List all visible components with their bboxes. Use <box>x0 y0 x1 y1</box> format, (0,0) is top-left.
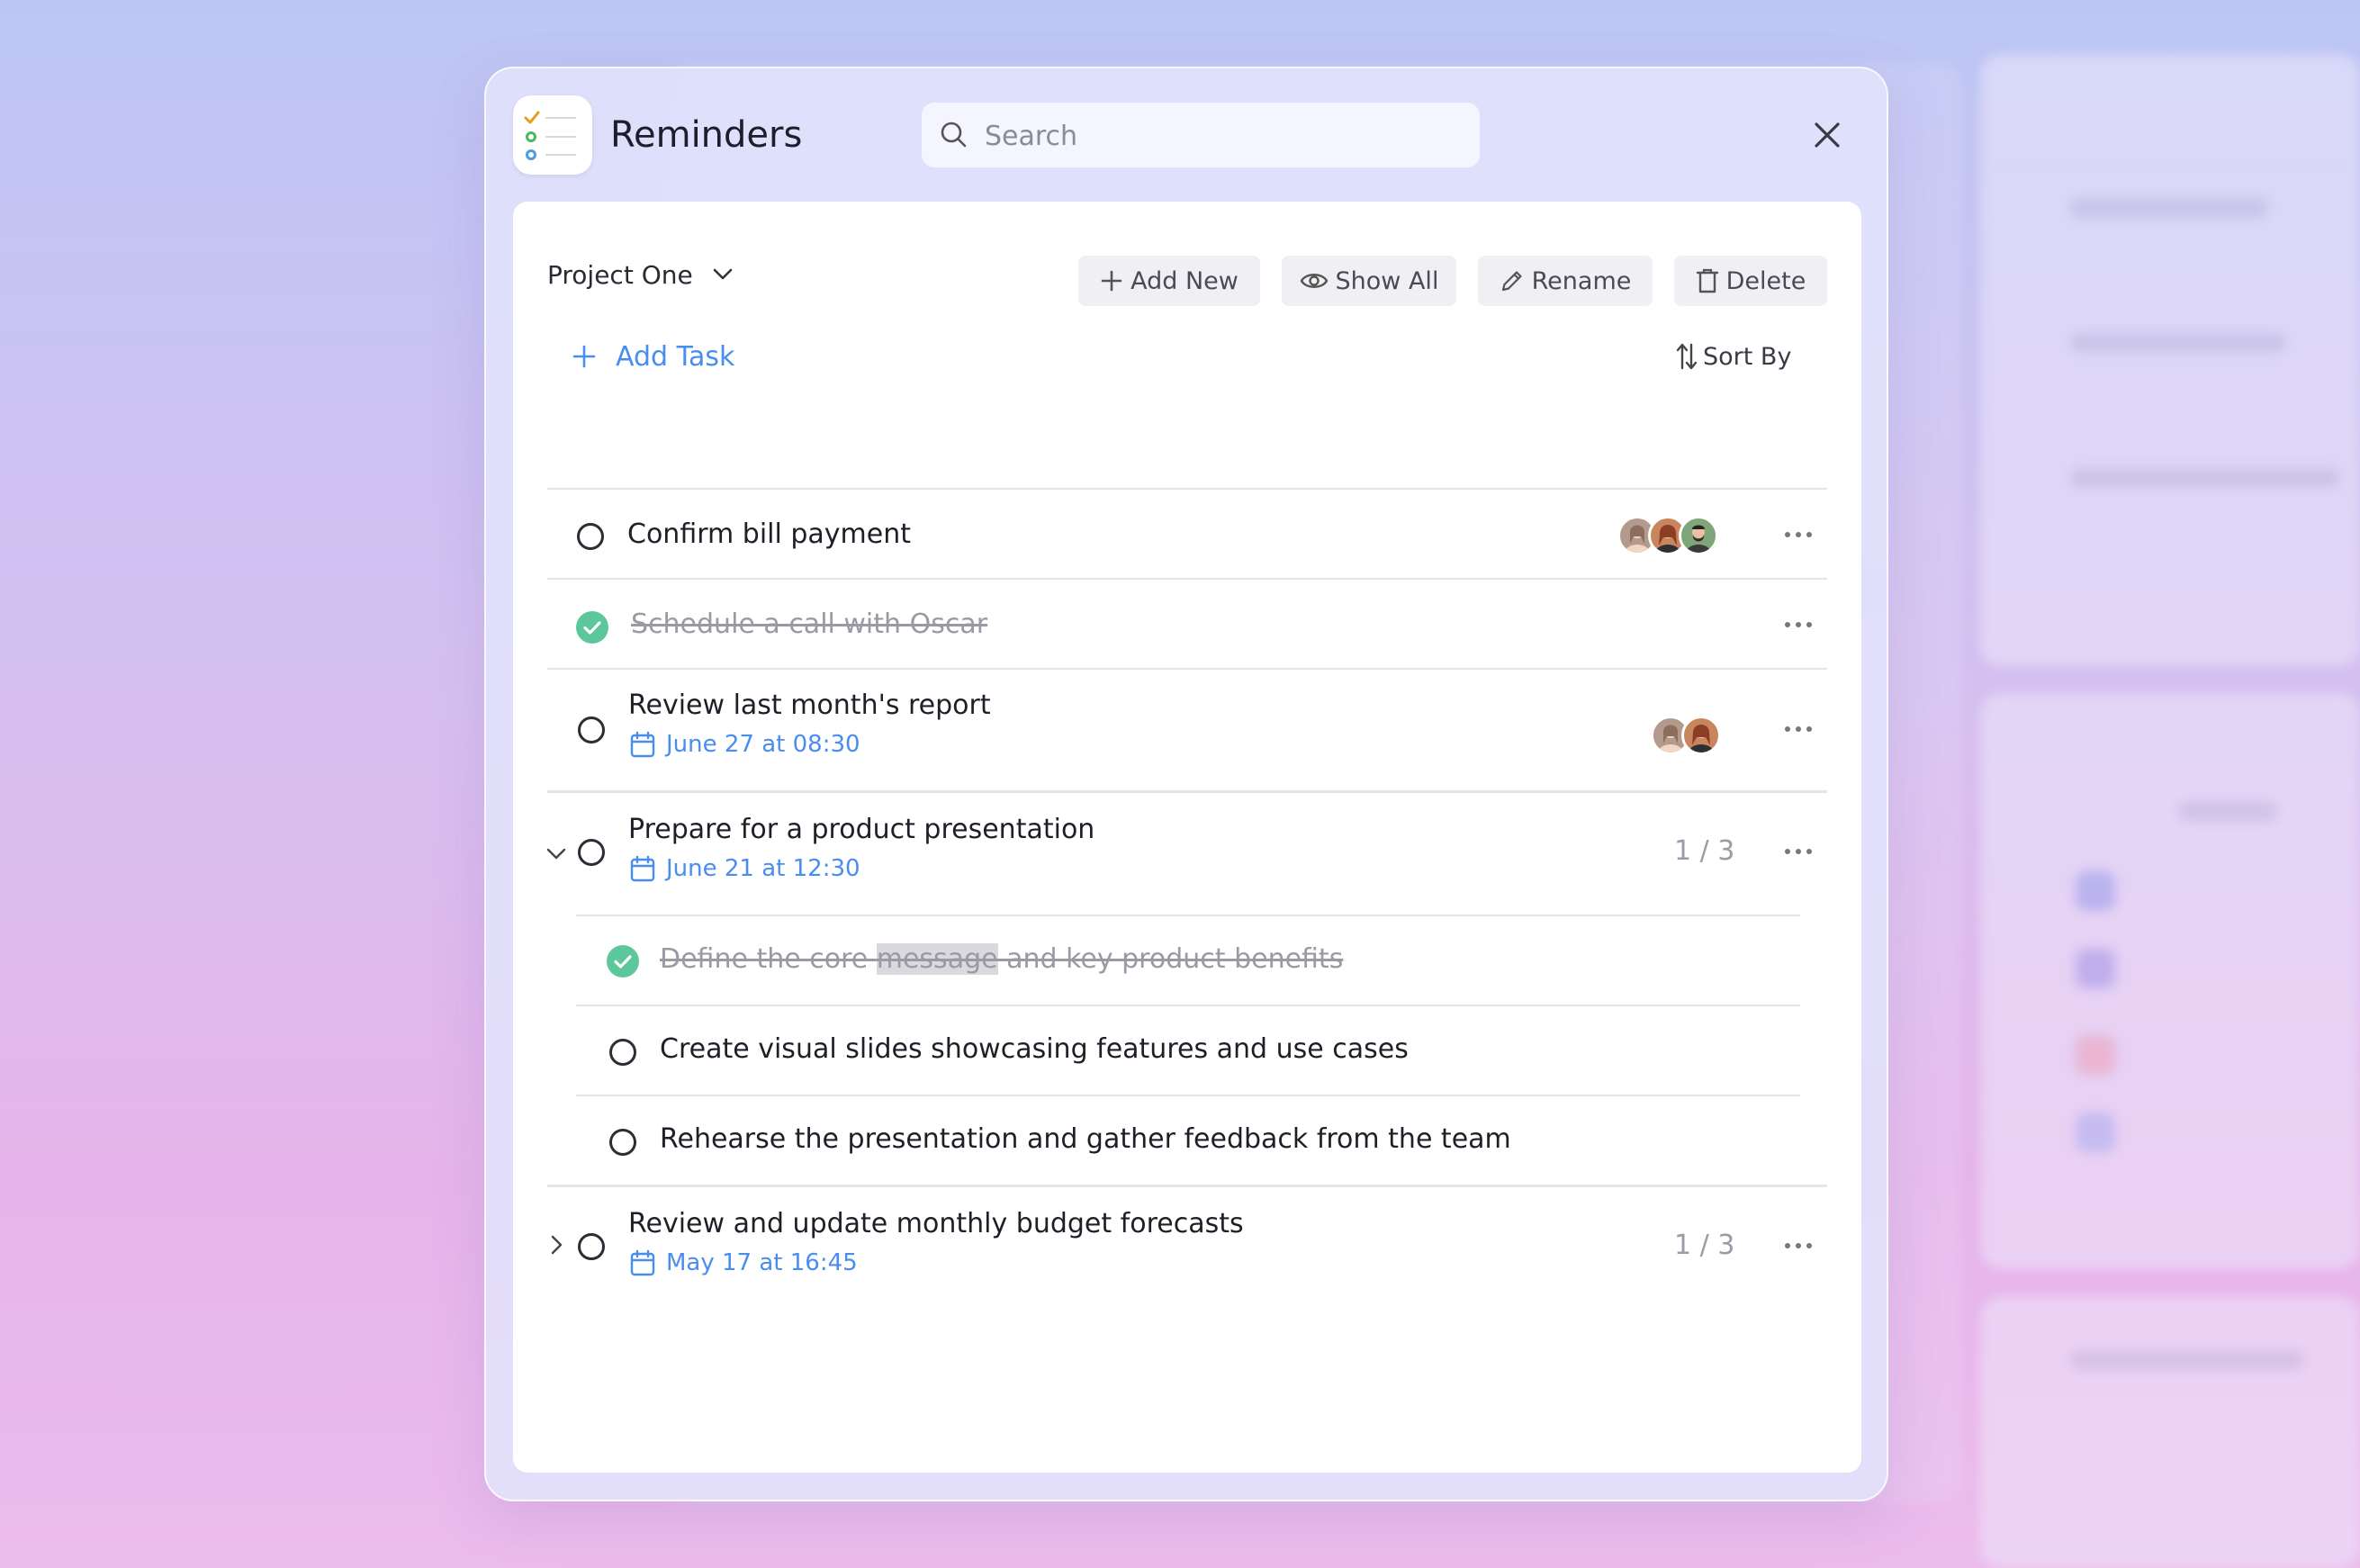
task-due-date: May 17 at 16:45 <box>630 1249 858 1276</box>
background-dot <box>2076 949 2115 988</box>
task-checkbox[interactable] <box>578 1233 605 1260</box>
background-line <box>2178 801 2277 821</box>
task-row[interactable]: Prepare for a product presentation June … <box>513 792 1861 916</box>
calendar-icon <box>630 731 655 758</box>
more-icon <box>1785 532 1812 537</box>
task-checkbox[interactable] <box>578 716 605 743</box>
task-title: Schedule a call with Oscar <box>631 608 988 640</box>
search-input[interactable] <box>983 103 1455 169</box>
delete-button[interactable]: Delete <box>1674 256 1827 306</box>
project-name: Project One <box>547 259 693 290</box>
app-title: Reminders <box>610 114 803 156</box>
task-title: Review and update monthly budget forecas… <box>628 1208 1244 1239</box>
plus-icon <box>572 345 596 368</box>
project-dropdown[interactable]: Project One <box>547 254 733 295</box>
task-row[interactable]: Confirm bill payment <box>513 490 1861 580</box>
chevron-down-icon[interactable] <box>546 848 566 861</box>
background-line <box>2070 468 2340 488</box>
close-button[interactable] <box>1809 117 1845 153</box>
background-dot <box>2076 1113 2115 1152</box>
task-title: Prepare for a product presentation <box>628 814 1095 845</box>
more-icon <box>1785 622 1812 627</box>
background-window-right <box>1980 54 2360 666</box>
close-icon <box>1815 122 1840 148</box>
calendar-icon <box>630 855 655 882</box>
reminders-app-icon <box>513 95 592 175</box>
add-new-button[interactable]: Add New <box>1078 256 1260 306</box>
task-more-button[interactable] <box>1782 526 1815 544</box>
search-box[interactable] <box>922 103 1480 169</box>
background-window-right-2 <box>1980 693 2360 1269</box>
delete-label: Delete <box>1725 266 1806 295</box>
check-icon[interactable] <box>576 611 608 644</box>
task-date-text: June 21 at 12:30 <box>666 855 860 882</box>
task-date-text: June 27 at 08:30 <box>666 731 860 758</box>
task-checkbox[interactable] <box>578 839 605 866</box>
task-more-button[interactable] <box>1782 616 1815 634</box>
subtask-checkbox[interactable] <box>609 1039 636 1066</box>
task-due-date: June 21 at 12:30 <box>630 855 860 882</box>
more-icon <box>1785 849 1812 854</box>
plus-icon <box>1101 270 1122 292</box>
avatar <box>1681 716 1721 755</box>
subtask-title: Rehearse the presentation and gather fee… <box>660 1123 1511 1155</box>
reminders-window: Reminders Project One Add New <box>484 67 1888 1501</box>
avatar <box>1679 516 1718 555</box>
show-all-label: Show All <box>1335 266 1439 295</box>
task-more-button[interactable] <box>1782 720 1815 738</box>
subtask-row[interactable]: Define the core message and key product … <box>513 916 1861 1006</box>
calendar-icon <box>630 1249 655 1276</box>
background-line <box>2070 198 2268 218</box>
assignee-avatars <box>1651 716 1721 755</box>
assignee-avatars <box>1617 516 1718 555</box>
more-icon <box>1785 1243 1812 1248</box>
task-row[interactable]: Schedule a call with Oscar <box>513 580 1861 670</box>
task-date-text: May 17 at 16:45 <box>666 1249 858 1276</box>
pencil-icon <box>1501 271 1522 292</box>
subtask-title: Define the core message and key product … <box>660 943 1343 975</box>
task-title: Confirm bill payment <box>627 518 911 550</box>
background-line <box>2070 333 2286 353</box>
sort-by-label: Sort By <box>1703 342 1792 371</box>
background-line <box>2070 1350 2304 1370</box>
eye-icon <box>1300 274 1328 288</box>
task-row[interactable]: Review last month's report June 27 at 08… <box>513 670 1861 792</box>
subtask-row[interactable]: Create visual slides showcasing features… <box>513 1006 1861 1096</box>
trash-icon <box>1696 268 1718 293</box>
rename-label: Rename <box>1531 266 1632 295</box>
subtask-checkbox[interactable] <box>609 1129 636 1156</box>
subtask-title-before: Define the core <box>660 943 877 975</box>
chevron-down-icon <box>713 268 733 280</box>
task-more-button[interactable] <box>1782 1237 1815 1255</box>
task-more-button[interactable] <box>1782 843 1815 861</box>
check-icon[interactable] <box>607 945 639 978</box>
background-dot <box>2076 1035 2115 1075</box>
task-due-date: June 27 at 08:30 <box>630 731 860 758</box>
background-window-right-3 <box>1980 1296 2360 1568</box>
add-task-label: Add Task <box>616 340 735 373</box>
show-all-button[interactable]: Show All <box>1282 256 1456 306</box>
search-icon <box>941 122 967 148</box>
add-task-button[interactable]: Add Task <box>572 338 734 374</box>
background-dot <box>2076 871 2115 911</box>
search-highlight: message <box>876 943 998 975</box>
subtask-progress: 1 / 3 <box>1674 835 1735 867</box>
subtask-title-after: and key product benefits <box>997 943 1344 975</box>
task-checkbox[interactable] <box>577 523 604 550</box>
task-title: Review last month's report <box>628 689 991 721</box>
subtask-row[interactable]: Rehearse the presentation and gather fee… <box>513 1096 1861 1186</box>
more-icon <box>1785 726 1812 732</box>
rename-button[interactable]: Rename <box>1478 256 1653 306</box>
subtask-title: Create visual slides showcasing features… <box>660 1033 1409 1065</box>
sort-icon <box>1676 343 1698 370</box>
reminders-panel: Project One Add New Show All Rename Dele… <box>513 202 1861 1473</box>
task-row[interactable]: Review and update monthly budget forecas… <box>513 1186 1861 1309</box>
add-new-label: Add New <box>1130 266 1239 295</box>
sort-by-button[interactable]: Sort By <box>1676 338 1791 374</box>
subtask-progress: 1 / 3 <box>1674 1230 1735 1261</box>
chevron-right-icon[interactable] <box>551 1235 563 1255</box>
